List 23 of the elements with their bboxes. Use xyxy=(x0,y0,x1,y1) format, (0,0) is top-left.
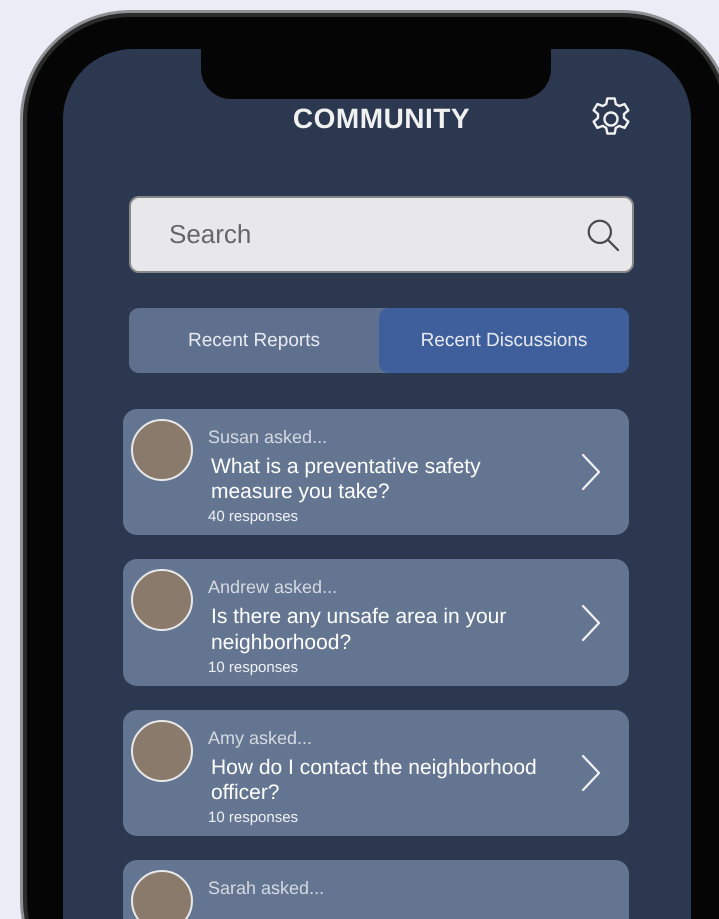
asker-label: Susan asked... xyxy=(208,427,328,448)
asker-label: Amy asked... xyxy=(208,728,314,749)
chevron-right-icon[interactable] xyxy=(581,754,601,792)
discussion-card[interactable]: Amy asked... How do I contact the neighborhood officer? 10 responses xyxy=(123,710,629,836)
question-text: Is there any unsafe area in your neighborhood? xyxy=(211,604,508,655)
avatar-placeholder xyxy=(131,870,193,919)
chevron-right-icon[interactable] xyxy=(581,453,601,492)
tab[interactable]: Recent Reports xyxy=(129,308,379,373)
page-title: COMMUNITY xyxy=(292,103,470,135)
search-input[interactable]: Search xyxy=(167,218,584,251)
search-field[interactable]: Search xyxy=(129,196,634,273)
chevron-right-icon[interactable] xyxy=(581,604,601,642)
tab[interactable]: Recent Discussions xyxy=(379,308,629,373)
question-text: What is a preventative safety measure you take? xyxy=(211,454,482,504)
asker-label: Sarah asked... xyxy=(208,878,326,900)
response-count: 10 responses xyxy=(208,809,300,826)
discussion-card[interactable]: Susan asked... What is a preventative safety measure you take? 40 responses xyxy=(123,409,629,536)
asker-label: Andrew asked... xyxy=(208,577,338,598)
question-text: How do I contact the neighborhood officer? xyxy=(211,754,538,806)
response-count: 40 responses xyxy=(208,508,300,526)
response-count: 10 responses xyxy=(208,658,300,676)
discussion-card[interactable]: Sarah asked... xyxy=(123,860,629,919)
discussion-card[interactable]: Andrew asked... Is there any unsafe area in your neighborhood? 10 responses xyxy=(123,559,629,686)
